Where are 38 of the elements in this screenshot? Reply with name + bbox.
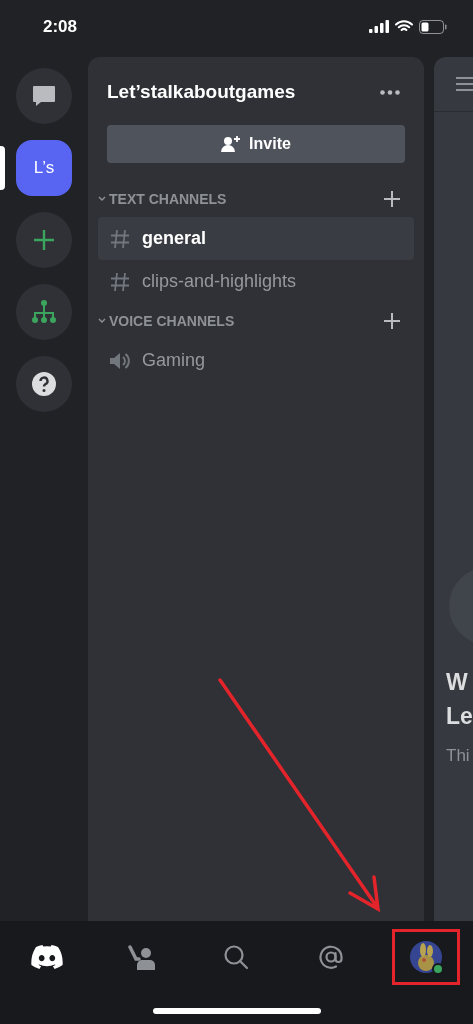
- speaker-icon: [110, 351, 130, 370]
- status-time: 2:08: [43, 15, 78, 38]
- channel-item[interactable]: general: [98, 217, 414, 260]
- add-person-icon: [221, 136, 242, 152]
- welcome-heading: Le: [446, 702, 473, 731]
- server-title: Let’stalkaboutgames: [107, 79, 296, 104]
- channel-item[interactable]: clips-and-highlights: [98, 260, 414, 303]
- category-title: VOICE CHANNELS: [109, 311, 236, 331]
- discover-button[interactable]: [16, 284, 72, 340]
- menu-icon: [456, 75, 473, 93]
- wifi-icon: [395, 20, 413, 33]
- search-icon: [223, 944, 250, 970]
- channel-item[interactable]: Gaming: [98, 339, 414, 382]
- help-button[interactable]: [16, 356, 72, 412]
- selected-indicator: [0, 146, 5, 190]
- add-server-button[interactable]: [16, 212, 72, 268]
- at-sign-icon: [318, 944, 345, 970]
- direct-messages-button[interactable]: [16, 68, 72, 124]
- avatar-icon: [409, 941, 442, 973]
- battery-icon: [419, 19, 447, 34]
- welcome-heading: W: [446, 668, 469, 697]
- signal-icon: [369, 20, 389, 33]
- profile-tab[interactable]: [394, 932, 457, 982]
- more-icon: [380, 89, 400, 95]
- help-icon: [32, 372, 56, 396]
- chat-bubble-icon: [31, 84, 57, 108]
- person-waving-icon: [127, 944, 156, 970]
- plus-icon: [33, 229, 55, 251]
- hashtag-icon: [110, 271, 130, 292]
- welcome-text: Thi: [446, 745, 471, 767]
- plus-icon: [384, 191, 400, 207]
- hashtag-icon: [110, 228, 130, 249]
- category-title: TEXT CHANNELS: [109, 189, 228, 209]
- server-button[interactable]: L’s: [16, 140, 72, 196]
- invite-button[interactable]: Invite: [107, 125, 405, 163]
- hierarchy-icon: [31, 300, 57, 324]
- controller-face-icon: [31, 945, 64, 969]
- plus-icon: [384, 313, 400, 329]
